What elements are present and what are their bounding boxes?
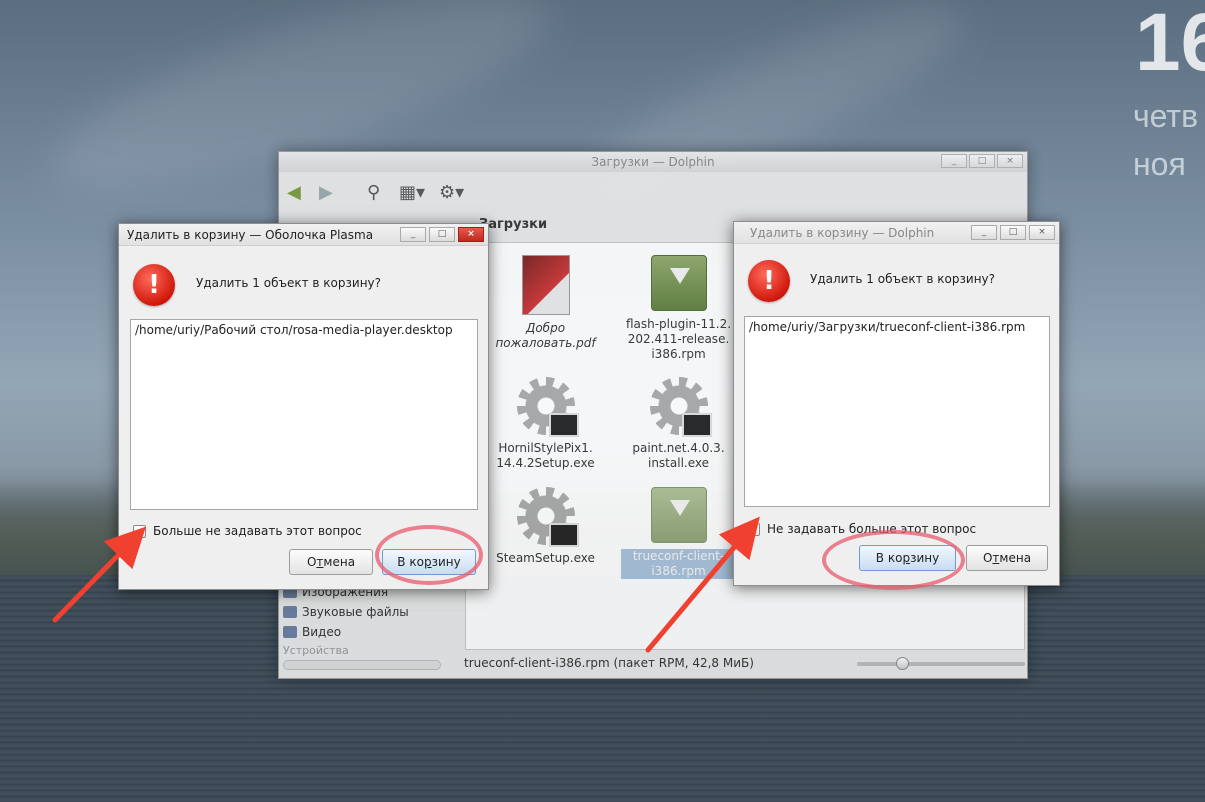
dolphin-dialog-file-list[interactable]: /home/uriy/Загрузки/trueconf-client-i386… <box>744 316 1050 507</box>
plasma-dialog-minimize-button[interactable]: _ <box>400 227 426 242</box>
file-label: SteamSetup.exe <box>496 551 595 565</box>
executable-gear-icon <box>516 377 579 437</box>
warning-icon: ! <box>748 260 790 302</box>
back-arrow-icon[interactable]: ◀ <box>287 182 301 203</box>
dont-ask-checkbox[interactable] <box>133 524 146 538</box>
places-item-label: Видео <box>302 625 342 639</box>
status-bar-text: trueconf-client-i386.rpm (пакет RPM, 42,… <box>464 656 754 670</box>
file-label: flash-plugin-11.2. <box>625 317 732 331</box>
file-item-selected[interactable]: trueconf-client- i386.rpm <box>621 487 736 579</box>
folder-icon <box>283 626 297 638</box>
dolphin-dialog-maximize-button[interactable]: □ <box>1000 225 1026 240</box>
places-section-devices: Устройства <box>283 644 349 657</box>
file-item[interactable]: flash-plugin-11.2. 202.411-release. i386… <box>621 255 736 362</box>
executable-gear-icon <box>516 487 579 547</box>
places-item-audio[interactable]: Звуковые файлы <box>283 602 453 622</box>
plasma-dialog-maximize-button[interactable]: □ <box>429 227 455 242</box>
desktop-clock-month: ноя <box>1133 146 1186 182</box>
file-label: paint.net.4.0.3. <box>632 441 725 455</box>
zoom-slider-handle[interactable] <box>896 657 909 670</box>
dolphin-title: Загрузки — Dolphin <box>591 155 715 169</box>
dont-ask-label: Больше не задавать этот вопрос <box>153 524 362 538</box>
desktop-clock-day: четв <box>1133 98 1199 134</box>
file-label: i386.rpm <box>651 347 706 361</box>
file-label: install.exe <box>647 456 710 470</box>
file-label: HornilStylePix1. <box>498 441 593 455</box>
dolphin-dialog-minimize-button[interactable]: _ <box>971 225 997 240</box>
forward-arrow-icon[interactable]: ▶ <box>319 182 333 203</box>
dolphin-dialog-titlebar[interactable]: Удалить в корзину — Dolphin _ □ × <box>734 222 1059 244</box>
dolphin-toolbar: ◀ ▶ ⚲ ▦▾ ⚙▾ <box>279 174 1027 214</box>
plasma-dialog-title: Удалить в корзину — Оболочка Plasma <box>127 228 374 242</box>
places-panel: Изображения Звуковые файлы Видео Устройс… <box>283 582 453 657</box>
dont-ask-checkbox[interactable] <box>747 522 760 536</box>
breadcrumb[interactable]: Загрузки <box>479 217 547 232</box>
dolphin-close-button[interactable]: × <box>997 154 1023 168</box>
dolphin-titlebar[interactable]: Загрузки — Dolphin _ □ × <box>279 152 1027 172</box>
dolphin-dialog-close-button[interactable]: × <box>1029 225 1055 240</box>
highlight-circle-left <box>375 525 483 585</box>
view-mode-icon[interactable]: ▦▾ <box>399 182 425 203</box>
zoom-slider[interactable] <box>857 662 1025 666</box>
executable-gear-icon <box>649 377 712 437</box>
folder-icon <box>283 606 297 618</box>
file-item[interactable]: paint.net.4.0.3. install.exe <box>621 377 736 471</box>
rpm-package-icon <box>650 487 707 543</box>
dolphin-cancel-button[interactable]: От мена <box>966 545 1048 571</box>
desktop-clock-time: 16 <box>1135 0 1205 88</box>
list-item: /home/uriy/Загрузки/trueconf-client-i386… <box>749 320 1026 334</box>
pdf-file-icon <box>521 255 570 315</box>
highlight-circle-right <box>822 530 965 590</box>
places-item-label: Звуковые файлы <box>302 605 409 619</box>
plasma-dialog-titlebar[interactable]: Удалить в корзину — Оболочка Plasma _ □ … <box>119 224 488 246</box>
file-item[interactable]: SteamSetup.exe <box>488 487 603 566</box>
file-label: 14.4.2Setup.exe <box>496 456 595 470</box>
file-label: пожаловать.pdf <box>495 336 596 350</box>
list-item: /home/uriy/Рабочий стол/rosa-media-playe… <box>135 323 453 337</box>
file-item[interactable]: Добро пожаловать.pdf <box>488 255 603 351</box>
places-scrollbar[interactable] <box>283 660 441 670</box>
file-item[interactable]: HornilStylePix1. 14.4.2Setup.exe <box>488 377 603 471</box>
warning-icon: ! <box>133 264 175 306</box>
places-item-video[interactable]: Видео <box>283 622 453 642</box>
settings-menu-icon[interactable]: ⚙▾ <box>439 182 464 203</box>
rpm-package-icon <box>650 255 707 311</box>
file-label: i386.rpm <box>621 564 736 579</box>
file-label: 202.411-release. <box>627 332 730 346</box>
plasma-dialog-close-button[interactable]: × <box>458 227 484 242</box>
dolphin-maximize-button[interactable]: □ <box>969 154 995 168</box>
plasma-dialog-dont-ask-row[interactable]: Больше не задавать этот вопрос <box>133 524 362 538</box>
dolphin-minimize-button[interactable]: _ <box>941 154 967 168</box>
plasma-cancel-button[interactable]: От мена <box>289 549 373 575</box>
plasma-dialog-file-list[interactable]: /home/uriy/Рабочий стол/rosa-media-playe… <box>130 319 478 510</box>
search-icon[interactable]: ⚲ <box>367 182 380 203</box>
dolphin-dialog-question: Удалить 1 объект в корзину? <box>810 272 996 286</box>
plasma-dialog-question: Удалить 1 объект в корзину? <box>196 276 382 290</box>
dolphin-dialog-title: Удалить в корзину — Dolphin <box>750 226 935 240</box>
file-label: trueconf-client- <box>621 549 736 564</box>
file-label: Добро <box>525 321 566 335</box>
